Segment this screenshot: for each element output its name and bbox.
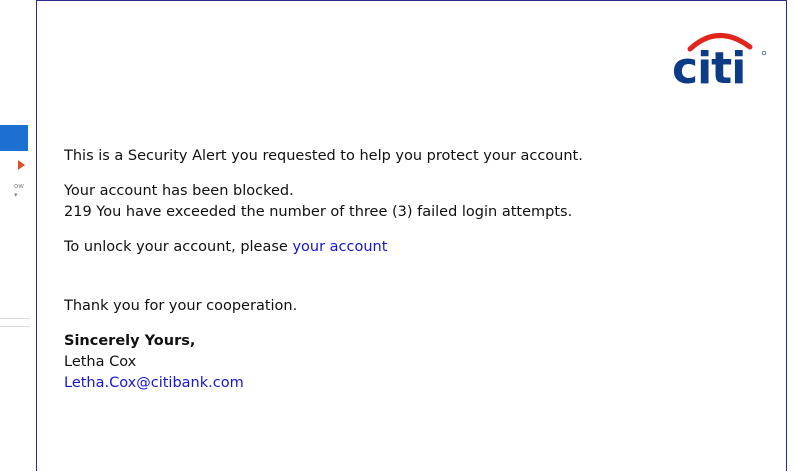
registered-mark (761, 50, 767, 56)
alert-text: This is a Security Alert you requested t… (64, 148, 583, 164)
background-text: ow ▾ (14, 182, 25, 199)
signature-email-line: Letha.Cox@citibank.com (64, 373, 764, 394)
attempts-text: 219 You have exceeded the number of thre… (64, 204, 573, 220)
sender-email-link[interactable]: Letha.Cox@citibank.com (64, 375, 244, 391)
background-window-fragment: ow ▾ (0, 0, 32, 472)
email-body: This is a Security Alert you requested t… (64, 146, 764, 394)
signature-closing: Sincerely Yours, (64, 333, 196, 349)
divider (0, 326, 30, 327)
unlock-text: To unlock your account, please (64, 239, 293, 255)
blocked-text: Your account has been blocked. (64, 183, 294, 199)
unlock-paragraph: To unlock your account, please your acco… (64, 237, 764, 258)
citi-logo: citi (672, 33, 767, 91)
unlock-account-link[interactable]: your account (292, 239, 387, 255)
divider (0, 318, 30, 319)
logo-text: citi (672, 43, 745, 91)
arrow-icon (18, 160, 25, 170)
email-message: citi This is a Security Alert you reques… (36, 0, 787, 471)
signature-name: Letha Cox (64, 354, 137, 370)
thanks-text: Thank you for your cooperation. (64, 298, 298, 314)
background-toolbar (0, 125, 28, 151)
